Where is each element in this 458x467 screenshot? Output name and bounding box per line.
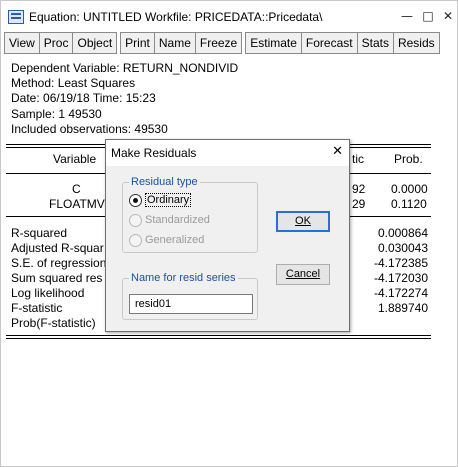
ok-button[interactable]: OK (276, 211, 330, 232)
method-line: Method: Least Squares (11, 76, 136, 91)
stat-value: 0.030043 (377, 241, 428, 255)
prob-column-header: Prob. (394, 152, 423, 166)
stat-label: Log likelihood (11, 286, 85, 300)
name-button[interactable]: Name (153, 32, 196, 54)
radio-ordinary-indicator[interactable] (129, 193, 142, 207)
resids-button[interactable]: Resids (392, 32, 440, 54)
radio-standardized-indicator[interactable] (129, 213, 142, 227)
dialog-close-icon[interactable]: ✕ (332, 144, 343, 160)
resid-name-group: Name for resid series resid01 (122, 271, 258, 320)
make-residuals-dialog: Make Residuals ✕ Residual type Ordinary … (105, 139, 350, 332)
stat-label: Adjusted R-squar (11, 241, 104, 255)
estimation-header: Dependent Variable: RETURN_NONDIVID Meth… (11, 61, 238, 137)
cancel-button-label: Cancel (285, 268, 321, 280)
minimize-icon[interactable]: — (399, 8, 415, 24)
forecast-button[interactable]: Forecast (300, 32, 358, 54)
cancel-button[interactable]: Cancel (276, 264, 330, 285)
maximize-icon[interactable]: □ (420, 8, 436, 24)
sample-line: Sample: 1 49530 (11, 106, 102, 121)
radio-standardized-label: Standardized (145, 214, 210, 226)
radio-ordinary-label: Ordinary (145, 193, 192, 207)
stat-label: R-squared (11, 226, 68, 240)
view-button[interactable]: View (4, 32, 40, 54)
freeze-button[interactable]: Freeze (194, 32, 243, 54)
table-row-variable: C (72, 182, 81, 196)
proc-button[interactable]: Proc (38, 32, 74, 54)
date-line: Date: 06/19/18 Time: 15:23 (11, 91, 156, 106)
tstat-column-header: tic (352, 152, 364, 166)
table-bottom-rule-double (6, 338, 431, 339)
stat-value: 1.889740 (377, 301, 428, 315)
variable-column-header: Variable (53, 152, 97, 166)
window-title: Equation: UNTITLED Workfile: PRICEDATA::… (29, 10, 323, 24)
stat-value: -4.172274 (373, 286, 428, 300)
radio-ordinary[interactable]: Ordinary (129, 192, 192, 208)
title-bar[interactable]: Equation: UNTITLED Workfile: PRICEDATA::… (1, 1, 457, 31)
residual-type-group: Residual type Ordinary Standardized Gene… (122, 175, 258, 253)
stat-label: S.E. of regression (11, 256, 107, 270)
table-row-prob: 0.0000 (391, 182, 428, 196)
stat-label: Sum squared res (11, 271, 103, 285)
stat-value: -4.172385 (373, 256, 428, 270)
equation-window-icon (8, 10, 24, 24)
table-row-variable: FLOATMV (49, 197, 105, 211)
stat-label: F-statistic (11, 301, 63, 315)
stat-value: 0.000864 (377, 226, 428, 240)
object-button[interactable]: Object (72, 32, 118, 54)
close-icon[interactable]: ✕ (440, 8, 456, 24)
resid-series-name-input[interactable]: resid01 (129, 294, 253, 314)
radio-standardized[interactable]: Standardized (129, 212, 210, 228)
observations-line: Included observations: 49530 (11, 121, 168, 136)
ok-button-label: OK (295, 215, 311, 227)
table-row-tstat: 29 (352, 197, 366, 211)
residual-type-title: Residual type (129, 175, 200, 189)
stat-label: Prob(F-statistic) (11, 316, 96, 330)
print-button[interactable]: Print (120, 32, 155, 54)
stats-button[interactable]: Stats (356, 32, 394, 54)
radio-generalized-label: Generalized (145, 234, 205, 246)
radio-generalized[interactable]: Generalized (129, 232, 204, 248)
estimate-button[interactable]: Estimate (245, 32, 302, 54)
radio-generalized-indicator[interactable] (129, 233, 142, 247)
dialog-title-bar[interactable]: Make Residuals ✕ (106, 140, 349, 166)
dialog-title: Make Residuals (111, 146, 197, 160)
resid-name-title: Name for resid series (129, 271, 238, 285)
table-row-tstat: 92 (352, 182, 366, 196)
toolbar: View Proc Object Print Name Freeze Estim… (4, 32, 440, 54)
table-bottom-rule (6, 335, 431, 336)
table-row-prob: 0.1120 (391, 197, 427, 211)
dependent-variable-line: Dependent Variable: RETURN_NONDIVID (11, 61, 239, 75)
stat-value: -4.172030 (373, 271, 428, 285)
